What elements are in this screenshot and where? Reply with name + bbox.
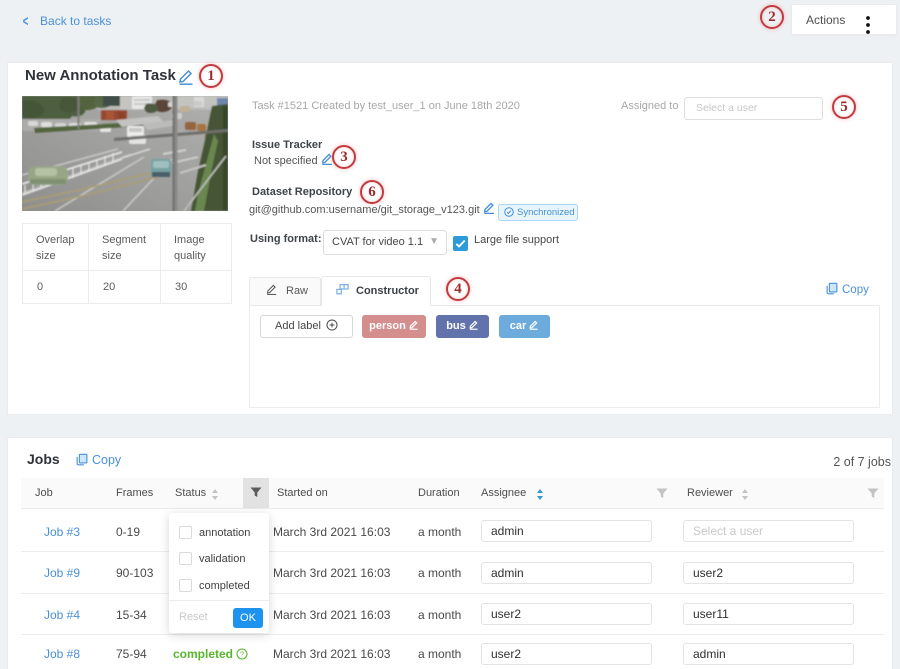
svg-text:?: ? [240, 651, 244, 659]
